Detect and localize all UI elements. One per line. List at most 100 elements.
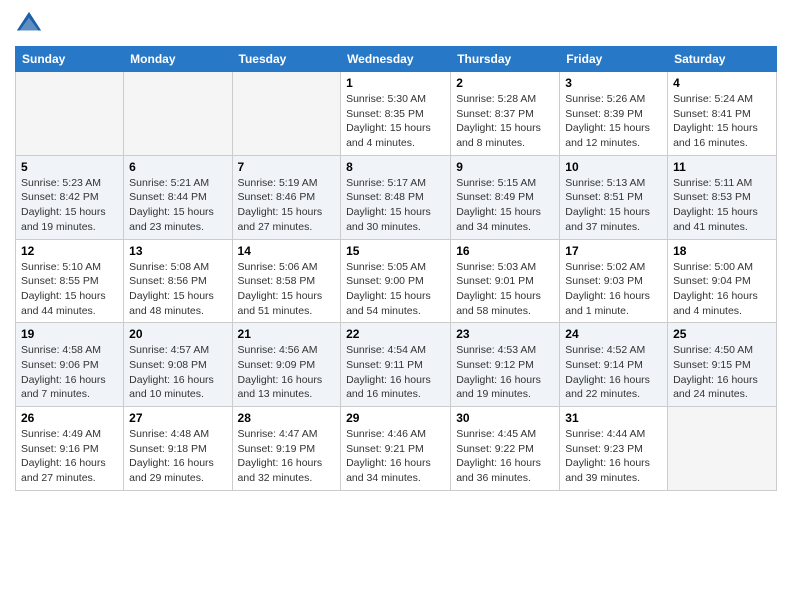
daylight-text: Daylight: 16 hours and 22 minutes. bbox=[565, 373, 662, 402]
sunset-text: Sunset: 9:01 PM bbox=[456, 274, 554, 289]
day-number: 21 bbox=[238, 327, 336, 341]
sunrise-text: Sunrise: 5:17 AM bbox=[346, 176, 445, 191]
daylight-text: Daylight: 15 hours and 19 minutes. bbox=[21, 205, 118, 234]
day-info: Sunrise: 5:24 AMSunset: 8:41 PMDaylight:… bbox=[673, 92, 771, 151]
daylight-text: Daylight: 16 hours and 39 minutes. bbox=[565, 456, 662, 485]
daylight-text: Daylight: 16 hours and 10 minutes. bbox=[129, 373, 226, 402]
day-number: 18 bbox=[673, 244, 771, 258]
sunrise-text: Sunrise: 5:24 AM bbox=[673, 92, 771, 107]
calendar-day-cell: 20 Sunrise: 4:57 AMSunset: 9:08 PMDayligh… bbox=[124, 323, 232, 407]
calendar-day-cell: 13Sunrise: 5:08 AMSunset: 8:56 PMDayligh… bbox=[124, 239, 232, 323]
day-number: 29 bbox=[346, 411, 445, 425]
calendar-day-cell: 25Sunrise: 4:50 AMSunset: 9:15 PMDayligh… bbox=[668, 323, 777, 407]
day-number: 31 bbox=[565, 411, 662, 425]
sunrise-text: Sunrise: 5:26 AM bbox=[565, 92, 662, 107]
day-number: 8 bbox=[346, 160, 445, 174]
day-info: Sunrise: 5:23 AMSunset: 8:42 PMDaylight:… bbox=[21, 176, 118, 235]
calendar-week-row: 5Sunrise: 5:23 AMSunset: 8:42 PMDaylight… bbox=[16, 155, 777, 239]
day-number: 15 bbox=[346, 244, 445, 258]
calendar-week-row: 19 Sunrise: 4:58 AMSunset: 9:06 PMDayligh… bbox=[16, 323, 777, 407]
daylight-text: Daylight: 15 hours and 8 minutes. bbox=[456, 121, 554, 150]
day-number: 16 bbox=[456, 244, 554, 258]
calendar-day-cell: 30Sunrise: 4:45 AMSunset: 9:22 PMDayligh… bbox=[451, 407, 560, 491]
day-number: 1 bbox=[346, 76, 445, 90]
calendar-day-cell: 21Sunrise: 4:56 AMSunset: 9:09 PMDayligh… bbox=[232, 323, 341, 407]
day-info: Sunrise: 5:00 AMSunset: 9:04 PMDaylight:… bbox=[673, 260, 771, 319]
day-info: Sunrise: 5:19 AMSunset: 8:46 PMDaylight:… bbox=[238, 176, 336, 235]
calendar-day-cell bbox=[16, 72, 124, 156]
sunrise-text: Sunrise: 5:08 AM bbox=[129, 260, 226, 275]
day-number: 11 bbox=[673, 160, 771, 174]
daylight-text: Daylight: 16 hours and 7 minutes. bbox=[21, 373, 118, 402]
calendar-day-cell: 24Sunrise: 4:52 AMSunset: 9:14 PMDayligh… bbox=[560, 323, 668, 407]
daylight-text: Daylight: 15 hours and 30 minutes. bbox=[346, 205, 445, 234]
sunset-text: Sunset: 9:16 PM bbox=[21, 442, 118, 457]
day-number: 17 bbox=[565, 244, 662, 258]
sunrise-text: Sunrise: 5:30 AM bbox=[346, 92, 445, 107]
calendar-day-cell: 27Sunrise: 4:48 AMSunset: 9:18 PMDayligh… bbox=[124, 407, 232, 491]
page-header bbox=[15, 10, 777, 38]
sunrise-text: Sunrise: 4:48 AM bbox=[129, 427, 226, 442]
day-number: 22 bbox=[346, 327, 445, 341]
day-number: 12 bbox=[21, 244, 118, 258]
calendar-day-cell: 9Sunrise: 5:15 AMSunset: 8:49 PMDaylight… bbox=[451, 155, 560, 239]
day-number: 14 bbox=[238, 244, 336, 258]
sunset-text: Sunset: 8:35 PM bbox=[346, 107, 445, 122]
day-number: 9 bbox=[456, 160, 554, 174]
day-number: 20 bbox=[129, 327, 226, 341]
day-info: Sunrise: 4:54 AMSunset: 9:11 PMDaylight:… bbox=[346, 343, 445, 402]
calendar-day-cell: 16Sunrise: 5:03 AMSunset: 9:01 PMDayligh… bbox=[451, 239, 560, 323]
sunrise-text: Sunrise: 4:54 AM bbox=[346, 343, 445, 358]
calendar-day-cell: 31 Sunrise: 4:44 AMSunset: 9:23 PMDayligh… bbox=[560, 407, 668, 491]
calendar-day-cell: 5Sunrise: 5:23 AMSunset: 8:42 PMDaylight… bbox=[16, 155, 124, 239]
day-info: Sunrise: 5:17 AMSunset: 8:48 PMDaylight:… bbox=[346, 176, 445, 235]
day-info: Sunrise: 5:06 AMSunset: 8:58 PMDaylight:… bbox=[238, 260, 336, 319]
header-tuesday: Tuesday bbox=[232, 47, 341, 72]
daylight-text: Daylight: 15 hours and 12 minutes. bbox=[565, 121, 662, 150]
sunrise-text: Sunrise: 5:10 AM bbox=[21, 260, 118, 275]
day-number: 30 bbox=[456, 411, 554, 425]
calendar-day-cell: 14 Sunrise: 5:06 AMSunset: 8:58 PMDayligh… bbox=[232, 239, 341, 323]
day-number: 23 bbox=[456, 327, 554, 341]
calendar-day-cell: 22 Sunrise: 4:54 AMSunset: 9:11 PMDayligh… bbox=[341, 323, 451, 407]
header-monday: Monday bbox=[124, 47, 232, 72]
day-info: Sunrise: 5:28 AMSunset: 8:37 PMDaylight:… bbox=[456, 92, 554, 151]
sunrise-text: Sunrise: 4:44 AM bbox=[565, 427, 662, 442]
calendar-day-cell bbox=[232, 72, 341, 156]
logo bbox=[15, 10, 47, 38]
sunset-text: Sunset: 8:44 PM bbox=[129, 190, 226, 205]
sunrise-text: Sunrise: 5:06 AM bbox=[238, 260, 336, 275]
calendar-header-row: SundayMondayTuesdayWednesdayThursdayFrid… bbox=[16, 47, 777, 72]
day-info: Sunrise: 5:13 AMSunset: 8:51 PMDaylight:… bbox=[565, 176, 662, 235]
day-number: 6 bbox=[129, 160, 226, 174]
day-number: 19 bbox=[21, 327, 118, 341]
daylight-text: Daylight: 16 hours and 27 minutes. bbox=[21, 456, 118, 485]
calendar-day-cell: 23 Sunrise: 4:53 AMSunset: 9:12 PMDayligh… bbox=[451, 323, 560, 407]
daylight-text: Daylight: 16 hours and 1 minute. bbox=[565, 289, 662, 318]
logo-icon bbox=[15, 10, 43, 38]
header-friday: Friday bbox=[560, 47, 668, 72]
sunset-text: Sunset: 9:18 PM bbox=[129, 442, 226, 457]
day-info: Sunrise: 4:49 AMSunset: 9:16 PMDaylight:… bbox=[21, 427, 118, 486]
daylight-text: Daylight: 15 hours and 54 minutes. bbox=[346, 289, 445, 318]
day-info: Sunrise: 4:57 AMSunset: 9:08 PMDaylight:… bbox=[129, 343, 226, 402]
daylight-text: Daylight: 15 hours and 51 minutes. bbox=[238, 289, 336, 318]
day-info: Sunrise: 4:58 AMSunset: 9:06 PMDaylight:… bbox=[21, 343, 118, 402]
sunrise-text: Sunrise: 5:00 AM bbox=[673, 260, 771, 275]
daylight-text: Daylight: 15 hours and 37 minutes. bbox=[565, 205, 662, 234]
sunset-text: Sunset: 9:08 PM bbox=[129, 358, 226, 373]
day-info: Sunrise: 5:26 AMSunset: 8:39 PMDaylight:… bbox=[565, 92, 662, 151]
daylight-text: Daylight: 15 hours and 41 minutes. bbox=[673, 205, 771, 234]
calendar-day-cell: 2Sunrise: 5:28 AMSunset: 8:37 PMDaylight… bbox=[451, 72, 560, 156]
calendar-day-cell: 15Sunrise: 5:05 AMSunset: 9:00 PMDayligh… bbox=[341, 239, 451, 323]
sunrise-text: Sunrise: 5:11 AM bbox=[673, 176, 771, 191]
sunset-text: Sunset: 8:42 PM bbox=[21, 190, 118, 205]
calendar-day-cell: 10Sunrise: 5:13 AMSunset: 8:51 PMDayligh… bbox=[560, 155, 668, 239]
calendar-day-cell: 12Sunrise: 5:10 AMSunset: 8:55 PMDayligh… bbox=[16, 239, 124, 323]
sunrise-text: Sunrise: 5:03 AM bbox=[456, 260, 554, 275]
day-info: Sunrise: 4:53 AMSunset: 9:12 PMDaylight:… bbox=[456, 343, 554, 402]
sunset-text: Sunset: 9:09 PM bbox=[238, 358, 336, 373]
daylight-text: Daylight: 16 hours and 19 minutes. bbox=[456, 373, 554, 402]
daylight-text: Daylight: 15 hours and 27 minutes. bbox=[238, 205, 336, 234]
sunset-text: Sunset: 9:23 PM bbox=[565, 442, 662, 457]
